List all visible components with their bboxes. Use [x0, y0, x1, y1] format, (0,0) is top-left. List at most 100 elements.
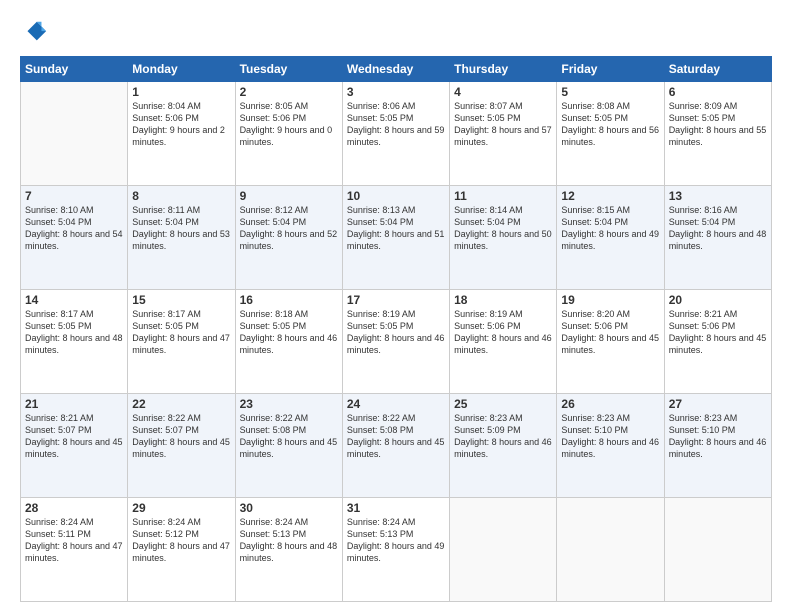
calendar-week-row: 14Sunrise: 8:17 AM Sunset: 5:05 PM Dayli… — [21, 290, 772, 394]
day-number: 28 — [25, 501, 123, 515]
day-info: Sunrise: 8:17 AM Sunset: 5:05 PM Dayligh… — [25, 308, 123, 357]
calendar-cell: 29Sunrise: 8:24 AM Sunset: 5:12 PM Dayli… — [128, 498, 235, 602]
day-info: Sunrise: 8:11 AM Sunset: 5:04 PM Dayligh… — [132, 204, 230, 253]
day-number: 5 — [561, 85, 659, 99]
calendar-cell: 27Sunrise: 8:23 AM Sunset: 5:10 PM Dayli… — [664, 394, 771, 498]
weekday-header: Monday — [128, 57, 235, 82]
day-number: 2 — [240, 85, 338, 99]
calendar-cell: 12Sunrise: 8:15 AM Sunset: 5:04 PM Dayli… — [557, 186, 664, 290]
day-number: 27 — [669, 397, 767, 411]
logo — [20, 18, 52, 46]
calendar-cell: 28Sunrise: 8:24 AM Sunset: 5:11 PM Dayli… — [21, 498, 128, 602]
day-number: 22 — [132, 397, 230, 411]
calendar-cell: 25Sunrise: 8:23 AM Sunset: 5:09 PM Dayli… — [450, 394, 557, 498]
calendar-cell — [664, 498, 771, 602]
day-info: Sunrise: 8:24 AM Sunset: 5:13 PM Dayligh… — [240, 516, 338, 565]
day-number: 12 — [561, 189, 659, 203]
calendar-cell: 7Sunrise: 8:10 AM Sunset: 5:04 PM Daylig… — [21, 186, 128, 290]
logo-icon — [20, 18, 48, 46]
day-info: Sunrise: 8:23 AM Sunset: 5:10 PM Dayligh… — [669, 412, 767, 461]
page: SundayMondayTuesdayWednesdayThursdayFrid… — [0, 0, 792, 612]
day-info: Sunrise: 8:24 AM Sunset: 5:13 PM Dayligh… — [347, 516, 445, 565]
day-number: 29 — [132, 501, 230, 515]
day-info: Sunrise: 8:24 AM Sunset: 5:11 PM Dayligh… — [25, 516, 123, 565]
calendar-week-row: 28Sunrise: 8:24 AM Sunset: 5:11 PM Dayli… — [21, 498, 772, 602]
weekday-header: Sunday — [21, 57, 128, 82]
weekday-header: Friday — [557, 57, 664, 82]
calendar-cell: 4Sunrise: 8:07 AM Sunset: 5:05 PM Daylig… — [450, 82, 557, 186]
day-number: 6 — [669, 85, 767, 99]
weekday-header: Tuesday — [235, 57, 342, 82]
day-info: Sunrise: 8:19 AM Sunset: 5:06 PM Dayligh… — [454, 308, 552, 357]
day-number: 1 — [132, 85, 230, 99]
day-number: 21 — [25, 397, 123, 411]
day-number: 11 — [454, 189, 552, 203]
day-number: 8 — [132, 189, 230, 203]
calendar-cell: 20Sunrise: 8:21 AM Sunset: 5:06 PM Dayli… — [664, 290, 771, 394]
day-info: Sunrise: 8:09 AM Sunset: 5:05 PM Dayligh… — [669, 100, 767, 149]
day-number: 3 — [347, 85, 445, 99]
calendar-cell: 26Sunrise: 8:23 AM Sunset: 5:10 PM Dayli… — [557, 394, 664, 498]
calendar-cell: 9Sunrise: 8:12 AM Sunset: 5:04 PM Daylig… — [235, 186, 342, 290]
day-info: Sunrise: 8:08 AM Sunset: 5:05 PM Dayligh… — [561, 100, 659, 149]
day-number: 25 — [454, 397, 552, 411]
day-number: 10 — [347, 189, 445, 203]
calendar-cell: 19Sunrise: 8:20 AM Sunset: 5:06 PM Dayli… — [557, 290, 664, 394]
weekday-header: Saturday — [664, 57, 771, 82]
calendar-cell: 13Sunrise: 8:16 AM Sunset: 5:04 PM Dayli… — [664, 186, 771, 290]
calendar-cell: 18Sunrise: 8:19 AM Sunset: 5:06 PM Dayli… — [450, 290, 557, 394]
calendar-cell: 24Sunrise: 8:22 AM Sunset: 5:08 PM Dayli… — [342, 394, 449, 498]
day-info: Sunrise: 8:24 AM Sunset: 5:12 PM Dayligh… — [132, 516, 230, 565]
day-info: Sunrise: 8:22 AM Sunset: 5:08 PM Dayligh… — [347, 412, 445, 461]
calendar-week-row: 1Sunrise: 8:04 AM Sunset: 5:06 PM Daylig… — [21, 82, 772, 186]
calendar-table: SundayMondayTuesdayWednesdayThursdayFrid… — [20, 56, 772, 602]
day-number: 23 — [240, 397, 338, 411]
day-number: 31 — [347, 501, 445, 515]
day-number: 14 — [25, 293, 123, 307]
day-info: Sunrise: 8:19 AM Sunset: 5:05 PM Dayligh… — [347, 308, 445, 357]
day-info: Sunrise: 8:23 AM Sunset: 5:10 PM Dayligh… — [561, 412, 659, 461]
day-info: Sunrise: 8:05 AM Sunset: 5:06 PM Dayligh… — [240, 100, 338, 149]
day-number: 24 — [347, 397, 445, 411]
calendar-cell: 5Sunrise: 8:08 AM Sunset: 5:05 PM Daylig… — [557, 82, 664, 186]
day-info: Sunrise: 8:20 AM Sunset: 5:06 PM Dayligh… — [561, 308, 659, 357]
day-info: Sunrise: 8:21 AM Sunset: 5:07 PM Dayligh… — [25, 412, 123, 461]
calendar-cell — [557, 498, 664, 602]
day-number: 19 — [561, 293, 659, 307]
calendar-cell: 21Sunrise: 8:21 AM Sunset: 5:07 PM Dayli… — [21, 394, 128, 498]
day-number: 13 — [669, 189, 767, 203]
day-info: Sunrise: 8:07 AM Sunset: 5:05 PM Dayligh… — [454, 100, 552, 149]
day-number: 17 — [347, 293, 445, 307]
calendar-cell: 11Sunrise: 8:14 AM Sunset: 5:04 PM Dayli… — [450, 186, 557, 290]
day-number: 7 — [25, 189, 123, 203]
calendar-week-row: 7Sunrise: 8:10 AM Sunset: 5:04 PM Daylig… — [21, 186, 772, 290]
calendar-cell: 23Sunrise: 8:22 AM Sunset: 5:08 PM Dayli… — [235, 394, 342, 498]
day-info: Sunrise: 8:06 AM Sunset: 5:05 PM Dayligh… — [347, 100, 445, 149]
calendar-cell: 2Sunrise: 8:05 AM Sunset: 5:06 PM Daylig… — [235, 82, 342, 186]
calendar-cell: 8Sunrise: 8:11 AM Sunset: 5:04 PM Daylig… — [128, 186, 235, 290]
day-number: 15 — [132, 293, 230, 307]
day-info: Sunrise: 8:15 AM Sunset: 5:04 PM Dayligh… — [561, 204, 659, 253]
day-number: 26 — [561, 397, 659, 411]
calendar-cell: 16Sunrise: 8:18 AM Sunset: 5:05 PM Dayli… — [235, 290, 342, 394]
calendar-cell: 31Sunrise: 8:24 AM Sunset: 5:13 PM Dayli… — [342, 498, 449, 602]
calendar-week-row: 21Sunrise: 8:21 AM Sunset: 5:07 PM Dayli… — [21, 394, 772, 498]
weekday-header: Wednesday — [342, 57, 449, 82]
day-info: Sunrise: 8:10 AM Sunset: 5:04 PM Dayligh… — [25, 204, 123, 253]
calendar-cell: 22Sunrise: 8:22 AM Sunset: 5:07 PM Dayli… — [128, 394, 235, 498]
day-info: Sunrise: 8:22 AM Sunset: 5:08 PM Dayligh… — [240, 412, 338, 461]
day-info: Sunrise: 8:16 AM Sunset: 5:04 PM Dayligh… — [669, 204, 767, 253]
calendar-cell — [21, 82, 128, 186]
day-info: Sunrise: 8:17 AM Sunset: 5:05 PM Dayligh… — [132, 308, 230, 357]
day-info: Sunrise: 8:18 AM Sunset: 5:05 PM Dayligh… — [240, 308, 338, 357]
day-info: Sunrise: 8:22 AM Sunset: 5:07 PM Dayligh… — [132, 412, 230, 461]
calendar-cell: 3Sunrise: 8:06 AM Sunset: 5:05 PM Daylig… — [342, 82, 449, 186]
calendar-cell: 10Sunrise: 8:13 AM Sunset: 5:04 PM Dayli… — [342, 186, 449, 290]
day-number: 30 — [240, 501, 338, 515]
day-info: Sunrise: 8:12 AM Sunset: 5:04 PM Dayligh… — [240, 204, 338, 253]
day-number: 18 — [454, 293, 552, 307]
calendar-cell: 6Sunrise: 8:09 AM Sunset: 5:05 PM Daylig… — [664, 82, 771, 186]
calendar-cell: 14Sunrise: 8:17 AM Sunset: 5:05 PM Dayli… — [21, 290, 128, 394]
calendar-header-row: SundayMondayTuesdayWednesdayThursdayFrid… — [21, 57, 772, 82]
day-info: Sunrise: 8:13 AM Sunset: 5:04 PM Dayligh… — [347, 204, 445, 253]
